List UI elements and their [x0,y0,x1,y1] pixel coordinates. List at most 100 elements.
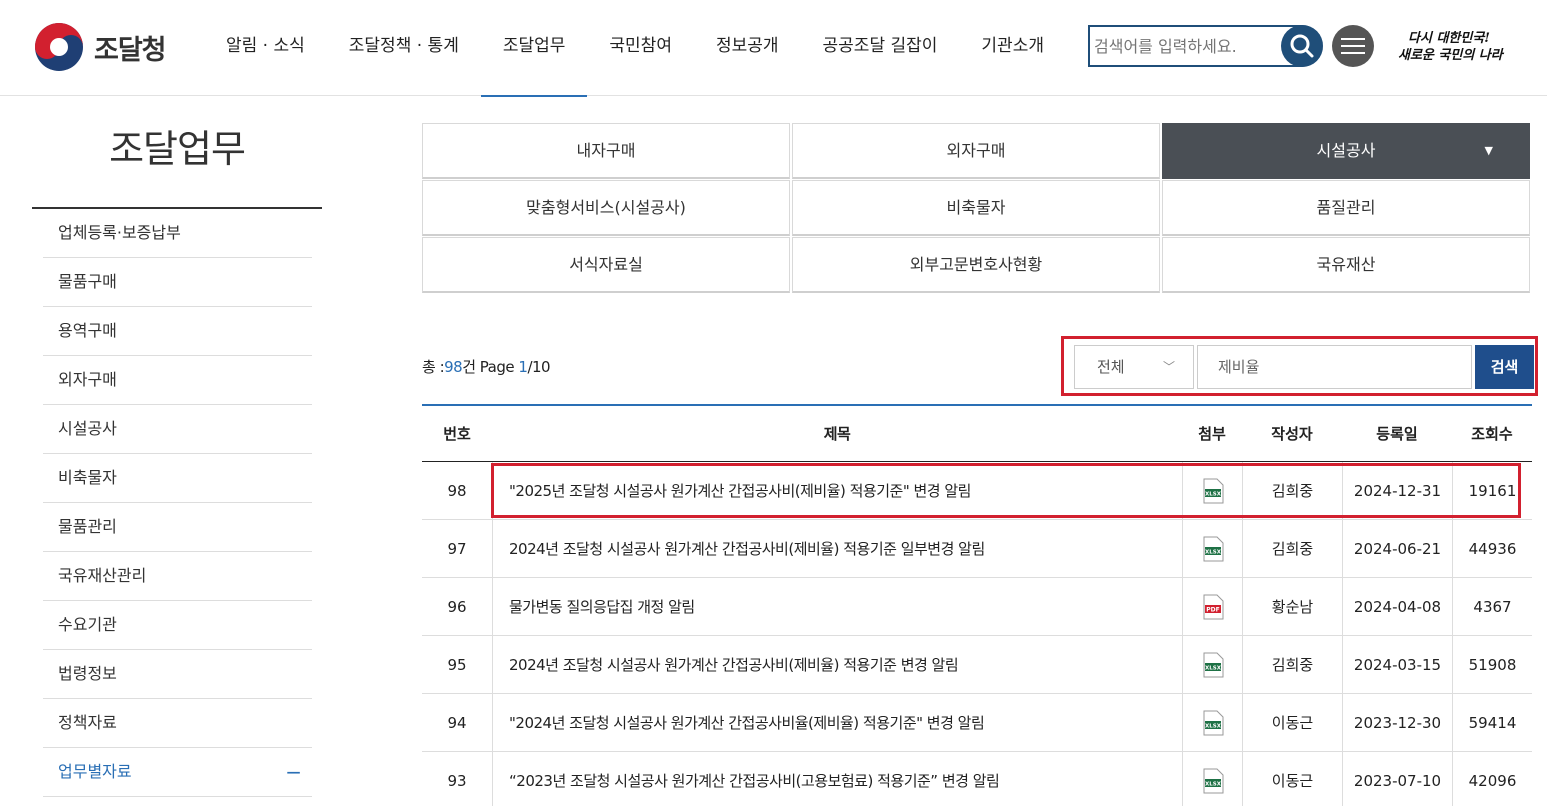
slogan-line-1: 다시 대한민국! [1408,30,1490,46]
tab-label: 시설공사 [1316,141,1376,160]
table-row: 97 2024년 조달청 시설공사 원가계산 간접공사비(제비율) 적용기준 일부… [422,520,1532,578]
sidebar-item-label: 업무별자료 [58,762,132,781]
nav-item-about[interactable]: 기관소개 [959,0,1066,96]
table-row: 95 2024년 조달청 시설공사 원가계산 간접공사비(제비율) 적용기준 변경… [422,636,1532,694]
row-no: 94 [447,713,467,732]
hamburger-icon [1341,38,1365,54]
sidebar-item-policy-docs[interactable]: 정책자료 [43,699,312,748]
xlsx-file-icon[interactable]: XLSX [1202,652,1224,678]
header-attachment: 첨부 [1198,425,1226,443]
nav-item-disclosure[interactable]: 정보공개 [694,0,801,96]
tab-lawyers[interactable]: 외부고문변호사현황 [792,237,1160,293]
row-writer: 이동근 [1242,694,1342,751]
slogan-logo: 다시 대한민국! 새로운 국민의 나라 [1398,30,1505,63]
row-title-link[interactable]: "2025년 조달청 시설공사 원가계산 간접공사비(제비율) 적용기준" 변경… [492,462,1182,519]
sidebar-item-services[interactable]: 용역구매 [43,307,312,356]
tab-foreign[interactable]: 외자구매 [792,123,1160,179]
sidebar-item-registration[interactable]: 업체등록·보증납부 [43,209,312,258]
board-total: 총 :98건 Page 1/10 [422,356,551,377]
row-views: 42096 [1452,752,1532,806]
row-attachment: XLSX [1182,636,1242,693]
row-views: 19161 [1452,462,1532,519]
row-title-link[interactable]: “2023년 조달청 시설공사 원가계산 간접공사비(고용보험료) 적용기준” … [492,752,1182,806]
tab-custom-service[interactable]: 맞춤형서비스(시설공사) [422,180,790,236]
sidebar-item-legal[interactable]: 법령정보 [43,650,312,699]
row-no: 97 [447,539,467,558]
sidebar-item-stockpile[interactable]: 비축물자 [43,454,312,503]
header-date: 등록일 [1376,425,1418,443]
row-views: 44936 [1452,520,1532,577]
tab-state-property[interactable]: 국유재산 [1162,237,1530,293]
search-field-select[interactable]: 전체 ﹀ [1074,345,1194,389]
collapse-icon[interactable]: − [285,748,302,796]
sidebar-item-state-property[interactable]: 국유재산관리 [43,552,312,601]
nav-item-guide[interactable]: 공공조달 길잡이 [801,0,960,96]
tab-domestic[interactable]: 내자구매 [422,123,790,179]
row-writer: 김희중 [1242,636,1342,693]
sidebar-item-goods[interactable]: 물품구매 [43,258,312,307]
row-no: 93 [447,771,467,790]
svg-text:XLSX: XLSX [1205,723,1222,729]
total-unit: 건 Page [462,358,515,376]
board-table: 번호 제목 첨부 작성자 등록일 조회수 98 "2025년 조달청 시설공사 원… [422,404,1532,806]
board-search-area: 전체 ﹀ 제비율 검색 [1061,336,1538,396]
total-count: 98 [444,358,463,376]
sidebar-item-foreign[interactable]: 외자구매 [43,356,312,405]
page-total: 10 [532,358,551,376]
keyword-input[interactable]: 제비율 [1197,345,1472,389]
header-no: 번호 [443,425,471,443]
caret-down-icon: ▼ [1484,144,1493,157]
tab-stockpile[interactable]: 비축물자 [792,180,1160,236]
tab-quality[interactable]: 품질관리 [1162,180,1530,236]
nav-item-procurement[interactable]: 조달업무 [480,0,588,97]
table-header-row: 번호 제목 첨부 작성자 등록일 조회수 [422,406,1532,462]
sidebar-item-construction[interactable]: 시설공사 [43,405,312,454]
logo[interactable]: 조달청 [34,22,167,72]
sidebar-item-goods-management[interactable]: 물품관리 [43,503,312,552]
nav-item-notice[interactable]: 알림 · 소식 [204,0,327,96]
row-date: 2023-07-10 [1342,752,1452,806]
row-attachment: XLSX [1182,520,1242,577]
xlsx-file-icon[interactable]: XLSX [1202,478,1224,504]
sidebar-item-task-docs[interactable]: 업무별자료 − [43,748,312,797]
tab-forms[interactable]: 서식자료실 [422,237,790,293]
xlsx-file-icon[interactable]: XLSX [1202,536,1224,562]
xlsx-file-icon[interactable]: XLSX [1202,768,1224,794]
sidebar-item-demand-agency[interactable]: 수요기관 [43,601,312,650]
sidebar-title: 조달업무 [109,127,246,171]
row-title-link[interactable]: 물가변동 질의응답집 개정 알림 [492,578,1182,635]
nav-item-policy[interactable]: 조달정책 · 통계 [327,0,481,96]
tab-construction[interactable]: 시설공사 ▼ [1162,123,1530,179]
svg-text:XLSX: XLSX [1205,491,1222,497]
row-title-link[interactable]: "2024년 조달청 시설공사 원가계산 간접공사비율(제비율) 적용기준" 변… [492,694,1182,751]
svg-text:XLSX: XLSX [1205,549,1222,555]
pdf-file-icon[interactable]: PDF [1202,594,1224,620]
slogan-line-2: 새로운 국민의 나라 [1398,47,1505,63]
row-views: 4367 [1452,578,1532,635]
site-search-button[interactable] [1281,25,1323,67]
all-menu-button[interactable] [1332,25,1374,67]
row-attachment: XLSX [1182,752,1242,806]
row-attachment: PDF [1182,578,1242,635]
total-label: 총 : [422,358,445,376]
row-writer: 김희중 [1242,520,1342,577]
row-writer: 김희중 [1242,462,1342,519]
svg-text:PDF: PDF [1206,606,1219,613]
row-attachment: XLSX [1182,694,1242,751]
row-title-link[interactable]: 2024년 조달청 시설공사 원가계산 간접공사비(제비율) 적용기준 변경 알… [492,636,1182,693]
table-row: 98 "2025년 조달청 시설공사 원가계산 간접공사비(제비율) 적용기준" … [422,462,1532,520]
taegeuk-logo-icon [35,23,83,71]
nav-item-participation[interactable]: 국민참여 [587,0,694,96]
xlsx-file-icon[interactable]: XLSX [1202,710,1224,736]
category-tabs: 내자구매 외자구매 시설공사 ▼ 맞춤형서비스(시설공사) 비축물자 품질관리 … [422,123,1530,293]
table-row: 94 "2024년 조달청 시설공사 원가계산 간접공사비율(제비율) 적용기준"… [422,694,1532,752]
row-date: 2024-03-15 [1342,636,1452,693]
row-title-link[interactable]: 2024년 조달청 시설공사 원가계산 간접공사비(제비율) 적용기준 일부변경… [492,520,1182,577]
row-date: 2024-12-31 [1342,462,1452,519]
header-title: 제목 [823,425,851,443]
select-value: 전체 [1097,358,1125,376]
main-nav: 알림 · 소식 조달정책 · 통계 조달업무 국민참여 정보공개 공공조달 길잡… [204,0,1066,97]
site-search-input[interactable] [1090,28,1278,64]
search-button[interactable]: 검색 [1475,345,1534,389]
row-no: 96 [447,597,467,616]
